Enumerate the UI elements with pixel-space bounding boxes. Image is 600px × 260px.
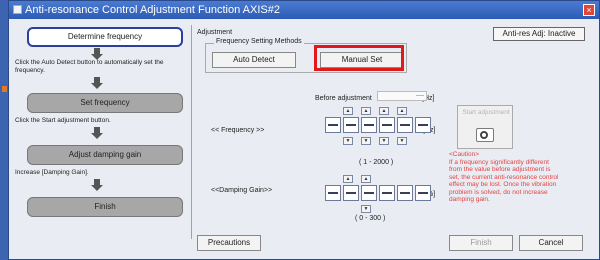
damping-digit[interactable] <box>343 185 359 201</box>
adjustment-window: Anti-resonance Control Adjustment Functi… <box>8 0 600 260</box>
manual-set-highlight <box>314 45 404 71</box>
damping-digit[interactable] <box>325 185 341 201</box>
before-adjustment-label: Before adjustment <box>315 95 372 102</box>
anti-res-status-button[interactable]: Anti-res Adj: Inactive <box>493 27 585 41</box>
frequency-digit[interactable] <box>343 117 359 133</box>
frequency-digit[interactable] <box>415 117 431 133</box>
frequency-digit[interactable] <box>325 117 341 133</box>
frequency-up-button[interactable]: ▲ <box>343 107 353 115</box>
caution-title: <Caution> <box>449 151 479 158</box>
bottom-bar: Precautions Finish Cancel <box>197 235 595 253</box>
step-finish: Finish <box>27 197 183 217</box>
step-determine-frequency: Determine frequency <box>27 27 183 47</box>
title-bar: Anti-resonance Control Adjustment Functi… <box>9 1 599 19</box>
damping-digit[interactable] <box>379 185 395 201</box>
damping-up-button[interactable]: ▲ <box>343 175 353 183</box>
frequency-range: ( 1 - 2000 ) <box>359 159 394 166</box>
frequency-down-button[interactable]: ▼ <box>361 137 371 145</box>
app-icon <box>13 5 22 14</box>
frequency-digit[interactable] <box>361 117 377 133</box>
cancel-button[interactable]: Cancel <box>519 235 583 251</box>
damping-digit[interactable] <box>415 185 431 201</box>
frequency-down-button[interactable]: ▼ <box>343 137 353 145</box>
damping-gain-label: <<Damping Gain>> <box>211 187 273 194</box>
step-set-frequency: Set frequency <box>27 93 183 113</box>
close-button[interactable]: × <box>583 4 595 16</box>
frequency-up-button[interactable]: ▲ <box>361 107 371 115</box>
auto-detect-button[interactable]: Auto Detect <box>212 52 296 68</box>
start-adjustment-label: Start adjustment <box>462 109 510 116</box>
start-adjustment-icon <box>476 128 494 142</box>
frequency-label: << Frequency >> <box>211 127 265 134</box>
frequency-digit[interactable] <box>379 117 395 133</box>
window-marker-icon <box>2 86 7 92</box>
frequency-down-button[interactable]: ▼ <box>379 137 389 145</box>
damping-digit[interactable] <box>397 185 413 201</box>
frequency-digit[interactable] <box>397 117 413 133</box>
panel-divider <box>191 25 192 239</box>
step-description: Click the Auto Detect button to automati… <box>15 59 164 74</box>
damping-range: ( 0 - 300 ) <box>355 215 386 222</box>
window-title: Anti-resonance Control Adjustment Functi… <box>25 4 280 16</box>
caution-message: <Caution> If a frequency significantly d… <box>449 151 559 204</box>
damping-down-button[interactable]: ▼ <box>361 205 371 213</box>
frequency-down-button[interactable]: ▼ <box>397 137 407 145</box>
finish-button[interactable]: Finish <box>449 235 513 251</box>
adjustment-label: Adjustment <box>197 29 233 36</box>
step-adjust-damping-gain: Adjust damping gain <box>27 145 183 165</box>
left-strip <box>0 0 8 260</box>
frequency-up-button[interactable]: ▲ <box>379 107 389 115</box>
methods-label: Frequency Setting Methods <box>214 38 304 45</box>
precautions-button[interactable]: Precautions <box>197 235 261 251</box>
step-flow: Determine frequency Click the Auto Detec… <box>15 27 185 241</box>
before-adjustment-value: ---- <box>377 91 427 101</box>
damping-digit[interactable] <box>361 185 377 201</box>
caution-text: If a frequency significantly different f… <box>449 158 559 204</box>
step-description: Increase [Damping Gain]. <box>15 169 89 176</box>
start-adjustment-button[interactable]: Start adjustment <box>457 105 513 149</box>
frequency-up-button[interactable]: ▲ <box>397 107 407 115</box>
damping-up-button[interactable]: ▲ <box>361 175 371 183</box>
step-description: Click the Start adjustment button. <box>15 117 111 124</box>
